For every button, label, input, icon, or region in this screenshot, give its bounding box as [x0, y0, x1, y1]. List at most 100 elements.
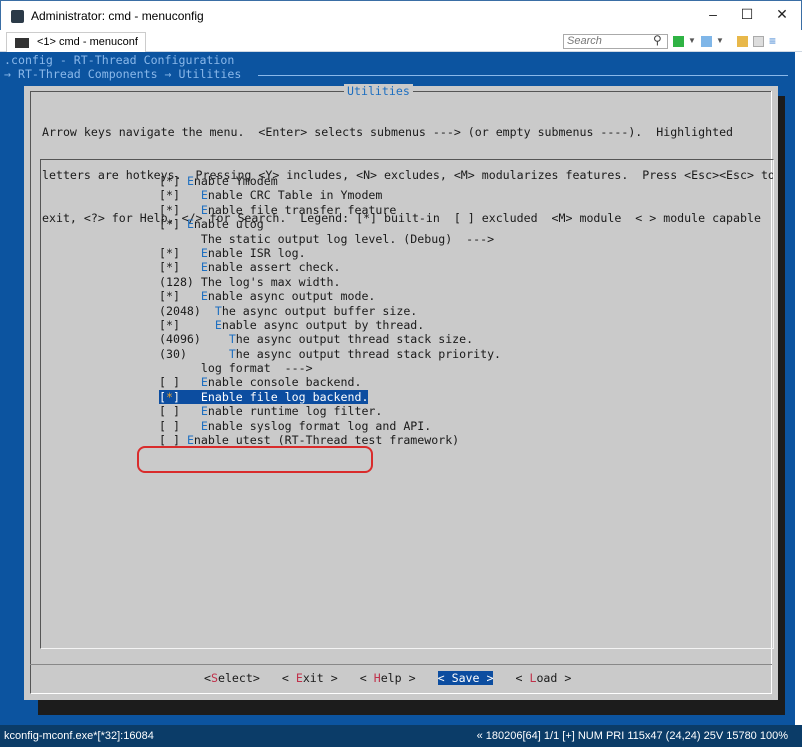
- new-console-icon[interactable]: [673, 36, 684, 47]
- item-label: Enable file log backend.: [200, 389, 369, 404]
- close-button[interactable]: ✕: [767, 6, 797, 23]
- item-mark[interactable]: [*]: [159, 246, 180, 260]
- menu-item[interactable]: [ ] Enable console backend.: [159, 375, 501, 389]
- item-label: The async output thread stack size.: [228, 332, 474, 347]
- help-line: Arrow keys navigate the menu. <Enter> se…: [42, 124, 734, 139]
- item-label: Enable async output by thread.: [214, 317, 425, 332]
- search-icon[interactable]: ⚲: [653, 33, 662, 47]
- hotkey-letter: T: [228, 346, 236, 361]
- button-hotkey: E: [295, 671, 303, 685]
- panel-icon[interactable]: [753, 36, 764, 47]
- tab-cmd-menuconfig[interactable]: <1> cmd - menuconf: [6, 32, 146, 52]
- status-info: « 180206[64] 1/1 [+] NUM PRI 115x47 (24,…: [476, 730, 788, 742]
- dropdown-icon[interactable]: ▼: [716, 36, 727, 47]
- button-exit[interactable]: < Exit >: [282, 671, 338, 685]
- item-label: The async output buffer size.: [214, 303, 418, 318]
- menu-list: [*] Enable Ymodem [*] Enable CRC Table in…: [40, 159, 774, 649]
- item-label: Enable syslog format log and API.: [200, 418, 432, 433]
- item-mark[interactable]: [*]: [159, 174, 180, 188]
- split-icon[interactable]: [701, 36, 712, 47]
- window-title: Administrator: cmd - menuconfig: [31, 9, 204, 23]
- item-mark[interactable]: (30): [159, 347, 187, 361]
- menu-icon[interactable]: ≡: [769, 35, 780, 47]
- menu-item[interactable]: [*] Enable Ymodem: [159, 174, 501, 188]
- item-mark[interactable]: [*]: [159, 203, 180, 217]
- menu-item[interactable]: [*] Enable CRC Table in Ymodem: [159, 188, 501, 202]
- menu-item[interactable]: [ ] Enable syslog format log and API.: [159, 419, 501, 433]
- config-title: .config - RT-Thread Configuration: [4, 53, 235, 67]
- item-mark[interactable]: [ ]: [159, 433, 180, 447]
- button-open: <: [281, 671, 296, 685]
- item-label: Enable assert check.: [200, 260, 341, 275]
- button-help[interactable]: < Help >: [360, 671, 416, 685]
- minimize-button[interactable]: –: [698, 6, 728, 22]
- menu-item[interactable]: (2048) The async output buffer size.: [159, 304, 501, 318]
- item-mark[interactable]: (128): [159, 275, 194, 289]
- app-icon: [11, 10, 24, 23]
- button-open: <: [359, 671, 374, 685]
- item-label: The async output thread stack priority.: [228, 346, 502, 361]
- menu-item[interactable]: [*] Enable ISR log.: [159, 246, 501, 260]
- menu-item[interactable]: [*] Enable ulog: [159, 217, 501, 231]
- menu-dialog: Utilities Arrow keys navigate the menu. …: [24, 84, 778, 700]
- hotkey-letter: E: [200, 260, 208, 275]
- item-mark[interactable]: [*]: [159, 289, 180, 303]
- item-label: Enable runtime log filter.: [200, 404, 383, 419]
- scrollbar[interactable]: [795, 52, 802, 725]
- menu-item[interactable]: [ ] Enable runtime log filter.: [159, 404, 501, 418]
- terminal-margin: [0, 718, 795, 725]
- item-mark[interactable]: [*]: [159, 217, 180, 231]
- button-save[interactable]: < Save >: [437, 671, 494, 686]
- button-close: >: [252, 671, 260, 685]
- maximize-button[interactable]: ☐: [732, 6, 762, 23]
- menu-item[interactable]: [*] Enable async output mode.: [159, 289, 501, 303]
- button-rest: elect: [217, 671, 253, 685]
- button-rest: ave: [458, 671, 480, 685]
- button-select[interactable]: <Select>: [204, 671, 260, 685]
- item-mark[interactable]: [*]: [159, 389, 180, 404]
- cursor: *: [165, 389, 173, 404]
- item-mark[interactable]: (4096): [159, 332, 201, 346]
- terminal[interactable]: .config - RT-Thread Configuration → RT-T…: [0, 52, 795, 718]
- item-mark[interactable]: [*]: [159, 318, 180, 332]
- button-rest: elp: [380, 671, 402, 685]
- lock-icon[interactable]: [737, 36, 748, 47]
- item-label: The log's max width.: [200, 274, 341, 289]
- item-mark[interactable]: [ ]: [159, 419, 180, 433]
- hotkey-letter: E: [186, 174, 194, 188]
- button-rest: xit: [302, 671, 324, 685]
- menu-item[interactable]: The static output log level. (Debug) ---…: [159, 232, 501, 246]
- menu-item[interactable]: (4096) The async output thread stack siz…: [159, 332, 501, 346]
- status-bar: kconfig-mconf.exe*[*32]:16084 « 180206[6…: [0, 725, 802, 747]
- item-mark[interactable]: (2048): [159, 304, 201, 318]
- menu-item[interactable]: [*] Enable file transfer feature: [159, 203, 501, 217]
- annotation-highlight: [137, 446, 373, 473]
- menu-item[interactable]: [*] Enable async output by thread.: [159, 318, 501, 332]
- menu-item[interactable]: [*] Enable assert check.: [159, 260, 501, 274]
- hotkey-letter: E: [200, 245, 208, 260]
- item-mark[interactable]: [*]: [159, 260, 180, 274]
- item-mark[interactable]: [*]: [159, 188, 180, 202]
- divider: [258, 75, 788, 76]
- menu-item[interactable]: (128) The log's max width.: [159, 275, 501, 289]
- item-label: Enable ulog: [186, 217, 264, 232]
- menu-item[interactable]: log format --->: [159, 361, 501, 375]
- item-label: log format --->: [200, 361, 313, 376]
- item-label: Enable utest (RT-Thread test framework): [186, 433, 460, 448]
- dropdown-icon[interactable]: ▼: [688, 36, 699, 47]
- tab-label: <1> cmd - menuconf: [37, 36, 138, 48]
- item-mark[interactable]: [ ]: [159, 375, 180, 389]
- item-mark[interactable]: [ ]: [159, 404, 180, 418]
- button-load[interactable]: < Load >: [515, 671, 571, 685]
- menu-item[interactable]: [*] Enable file log backend.: [159, 389, 501, 404]
- menu-item[interactable]: (30) The async output thread stack prior…: [159, 347, 501, 361]
- button-open: <: [437, 671, 452, 685]
